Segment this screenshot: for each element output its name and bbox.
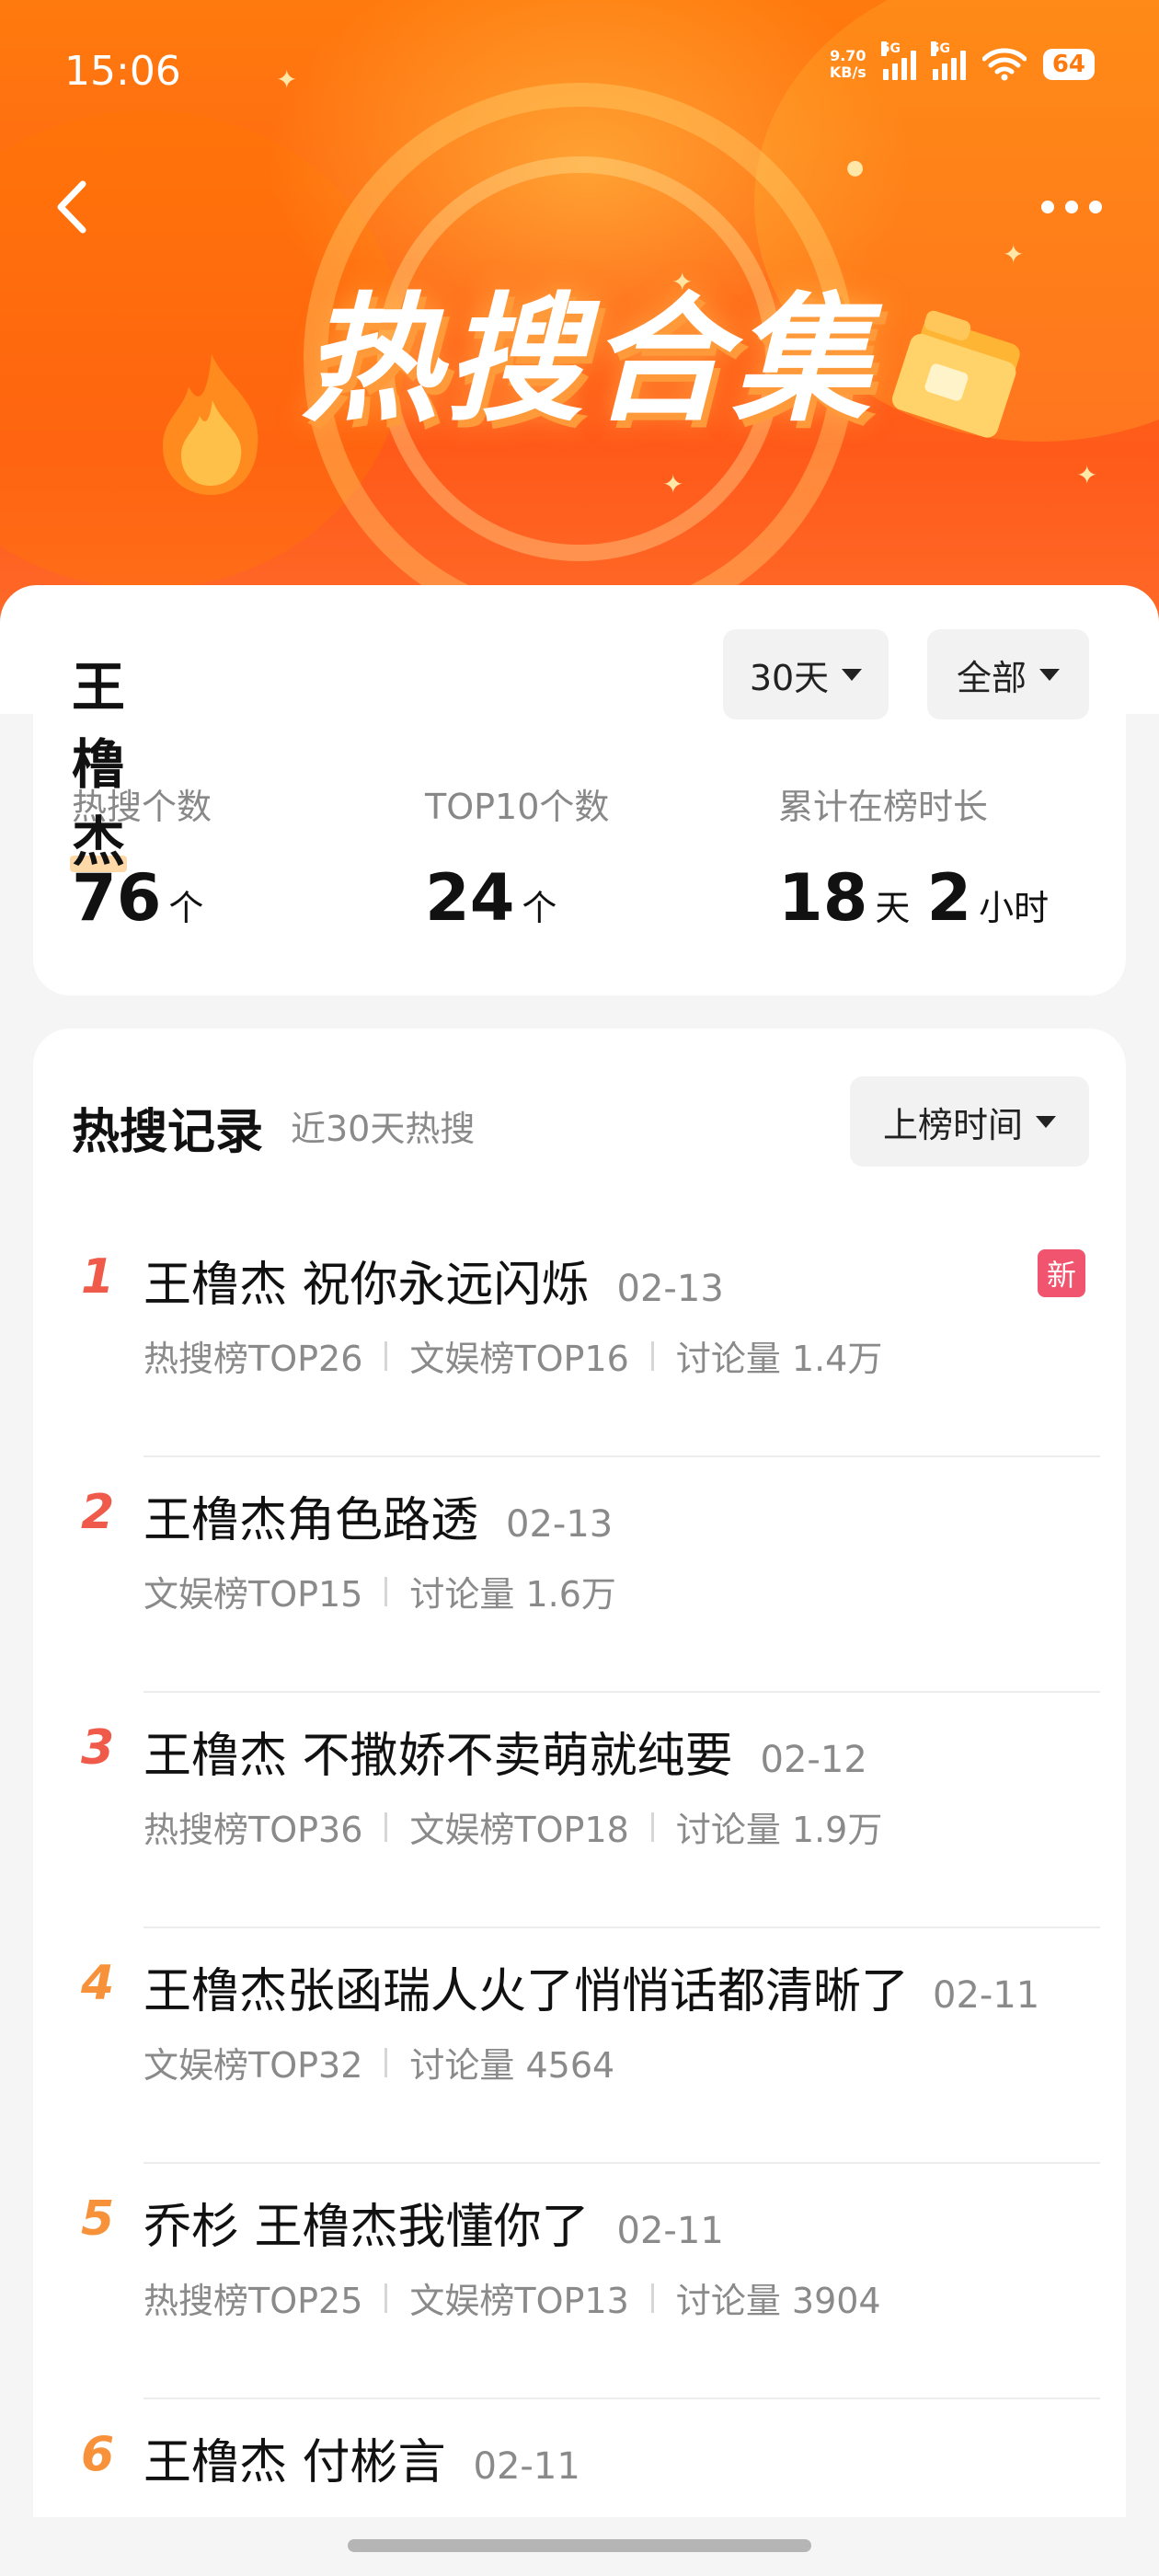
signal-type-label: 5G [880, 41, 901, 56]
stat-value-days: 18 [778, 860, 868, 936]
divider [384, 1340, 388, 1371]
hot-search-item[interactable]: 3 王橹杰 不撒娇不卖萌就纯要 02-12 热搜榜TOP36 文娱榜TOP18 … [33, 1693, 1126, 1928]
rank-number: 3 [81, 1720, 115, 1776]
more-dot-icon [1089, 201, 1102, 213]
signal-type-label: 5G [930, 41, 951, 56]
stat-value-hours: 2 [926, 860, 972, 936]
stat-unit: 个 [168, 888, 204, 928]
divider [650, 1811, 654, 1842]
item-date: 02-13 [506, 1503, 614, 1546]
status-bar: 15:06 9.70 KB/s 5G 5G 64 [0, 0, 1159, 147]
records-card: 热搜记录 近30天热搜 上榜时间 1 王橹杰 祝你永远闪烁 02-13 新 热搜… [33, 1029, 1126, 2528]
meta-ent-rank: 文娱榜TOP13 [409, 2281, 629, 2321]
meta-hot-rank: 热搜榜TOP36 [143, 1810, 363, 1850]
divider [384, 1576, 388, 1606]
hot-search-item[interactable]: 2 王橹杰角色路透 02-13 文娱榜TOP15 讨论量 1.6万 [33, 1457, 1126, 1693]
network-speed: 9.70 KB/s [830, 48, 866, 81]
stat-top10-count: TOP10个数 24 个 [425, 778, 609, 936]
scope-filter[interactable]: 全部 [927, 629, 1089, 719]
rank-number: 5 [81, 2191, 115, 2247]
meta-ent-rank: 文娱榜TOP18 [409, 1810, 629, 1850]
meta-discussion: 讨论量 1.6万 [409, 1574, 616, 1615]
caret-down-icon [1036, 1115, 1056, 1128]
meta-hot-rank: 热搜榜TOP25 [143, 2281, 363, 2321]
stat-unit-days: 天 [875, 888, 911, 928]
wifi-icon [981, 48, 1027, 81]
sparkle-icon: ✦ [662, 469, 684, 500]
hot-search-item[interactable]: 6 王橹杰 付彬言 02-11 热搜榜TOP18 文娱榜TOP8 讨论量 10.… [33, 2399, 1126, 2528]
network-speed-value: 9.70 [830, 47, 866, 64]
sort-label: 上榜时间 [882, 1104, 1023, 1145]
sparkle-icon: ✦ [1076, 460, 1098, 490]
item-title: 乔杉 王橹杰我懂你了 [143, 2200, 590, 2255]
records-subtitle: 近30天热搜 [291, 1109, 476, 1149]
back-button[interactable] [42, 175, 107, 239]
rank-number: 4 [81, 1956, 115, 2011]
item-date: 02-11 [473, 2445, 580, 2488]
sparkle-icon: ✦ [1003, 239, 1025, 270]
meta-hot-rank: 热搜榜TOP26 [143, 1339, 363, 1379]
item-date: 02-11 [616, 2210, 724, 2252]
item-date: 02-11 [933, 1974, 1040, 2017]
stat-label: TOP10个数 [425, 787, 610, 827]
battery-indicator: 64 [1042, 49, 1095, 80]
divider [384, 2047, 388, 2077]
person-name: 王橹杰 [69, 644, 128, 876]
divider [384, 2283, 388, 2313]
hot-search-item[interactable]: 4 王橹杰张函瑞人火了悄悄话都清晰了 02-11 文娱榜TOP32 讨论量 45… [33, 1928, 1126, 2164]
item-title: 王橹杰角色路透 [143, 1493, 479, 1548]
meta-discussion: 讨论量 4564 [409, 2045, 615, 2086]
records-title: 热搜记录 [72, 1105, 264, 1160]
hot-search-item[interactable]: 5 乔杉 王橹杰我懂你了 02-11 热搜榜TOP25 文娱榜TOP13 讨论量… [33, 2164, 1126, 2399]
rank-number: 1 [81, 1249, 115, 1305]
sort-dropdown[interactable]: 上榜时间 [850, 1076, 1089, 1167]
item-date: 02-13 [616, 1268, 724, 1310]
caret-down-icon [842, 668, 863, 681]
caret-down-icon [1039, 668, 1060, 681]
stat-total-duration: 累计在榜时长 18 天 2 小时 [778, 778, 1049, 936]
signal-icon: 5G [930, 41, 966, 80]
item-title: 王橹杰 不撒娇不卖萌就纯要 [143, 1729, 733, 1784]
home-indicator[interactable] [348, 2539, 811, 2552]
meta-ent-rank: 文娱榜TOP16 [409, 1339, 629, 1379]
more-dot-icon [1041, 201, 1054, 213]
item-date: 02-12 [760, 1739, 867, 1781]
item-title: 王橹杰 祝你永远闪烁 [143, 1258, 590, 1313]
sparkle-icon: ● [846, 156, 865, 179]
divider [384, 1811, 388, 1842]
flame-icon [163, 354, 258, 495]
signal-icon: 5G [880, 41, 916, 80]
stat-unit: 个 [522, 888, 557, 928]
divider [650, 2283, 654, 2313]
item-title: 王橹杰张函瑞人火了悄悄话都清晰了 [143, 1964, 910, 2019]
hero-title: 热搜合集 [301, 281, 876, 441]
hot-search-item[interactable]: 1 王橹杰 祝你永远闪烁 02-13 新 热搜榜TOP26 文娱榜TOP16 讨… [33, 1222, 1126, 1457]
network-speed-unit: KB/s [829, 63, 866, 81]
meta-ent-rank: 文娱榜TOP32 [143, 2045, 363, 2086]
stat-label: 累计在榜时长 [778, 787, 989, 827]
stat-value: 24 [425, 860, 515, 936]
item-title: 王橹杰 付彬言 [143, 2435, 446, 2490]
time-range-filter[interactable]: 30天 [723, 629, 889, 719]
scope-label: 全部 [956, 657, 1027, 698]
meta-ent-rank: 文娱榜TOP15 [143, 1574, 363, 1615]
meta-discussion: 讨论量 1.9万 [675, 1810, 883, 1850]
new-badge: 新 [1038, 1249, 1085, 1297]
status-icons: 9.70 KB/s 5G 5G 64 [830, 41, 1095, 81]
status-time: 15:06 [64, 48, 181, 95]
divider [650, 1340, 654, 1371]
time-range-label: 30天 [749, 657, 830, 698]
rank-number: 6 [81, 2427, 115, 2482]
stat-unit-hours: 小时 [979, 888, 1050, 928]
meta-discussion: 讨论量 3904 [675, 2281, 881, 2321]
meta-discussion: 讨论量 1.4万 [675, 1339, 883, 1379]
rank-number: 2 [81, 1485, 115, 1540]
summary-card: 王橹杰 30天 全部 热搜个数 76 个 TOP10个数 24 个 累计在榜时长… [33, 585, 1126, 995]
more-options-button[interactable] [1030, 184, 1113, 230]
more-dot-icon [1065, 201, 1078, 213]
